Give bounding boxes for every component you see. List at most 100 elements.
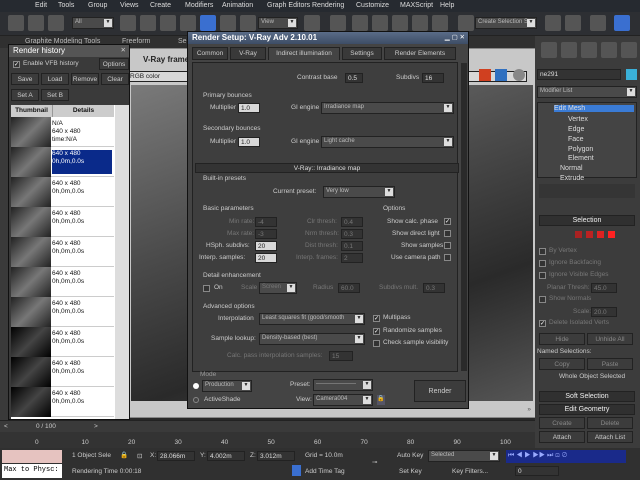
menu-maxscript[interactable]: MAXScript <box>400 2 433 9</box>
expand-chevron-icon[interactable]: » <box>527 406 531 413</box>
stack-item-edge[interactable]: Edge <box>568 126 584 133</box>
key-icon[interactable]: ⊸ <box>372 458 377 466</box>
menu-rendering[interactable]: Rendering <box>312 2 344 9</box>
selection-rollout-header[interactable]: Selection <box>539 215 635 226</box>
interp-samples-input[interactable]: 20 <box>255 253 277 263</box>
secondary-multiplier-input[interactable]: 1.0 <box>238 137 260 147</box>
compare-ab-icon[interactable] <box>479 69 491 81</box>
percent-snap-icon[interactable] <box>412 15 428 31</box>
subobject-level-icons[interactable] <box>575 231 635 239</box>
render-button[interactable]: Render <box>414 380 466 402</box>
current-preset-dropdown[interactable]: Very low <box>323 186 395 198</box>
edit-geometry-rollout-header[interactable]: Edit Geometry <box>539 404 635 415</box>
check-sample-visibility-checkbox[interactable] <box>373 340 380 347</box>
subdivs-mult-input[interactable]: 0.3 <box>423 283 445 293</box>
multipass-checkbox[interactable]: ✓ <box>373 315 380 322</box>
select-manipulate-icon[interactable] <box>352 15 368 31</box>
teapot-render-icon[interactable] <box>513 69 525 81</box>
detail-on-checkbox[interactable] <box>203 285 210 292</box>
preset-dropdown[interactable]: -------------------- <box>313 379 373 391</box>
max-rate-input[interactable]: -3 <box>255 229 277 239</box>
unlink-icon[interactable] <box>28 15 44 31</box>
pivot-icon[interactable] <box>304 15 320 31</box>
key-mode-dropdown[interactable]: Selected <box>428 450 500 462</box>
graphite-toggle-icon[interactable] <box>614 15 630 31</box>
sample-lookup-dropdown[interactable]: Density-based (best) <box>259 333 365 345</box>
menu-modifiers[interactable]: Modifiers <box>185 2 213 9</box>
paste-button[interactable]: Paste <box>587 358 633 370</box>
absolute-mode-icon[interactable]: ⊡ <box>137 452 142 460</box>
history-row[interactable]: 640 x 480 0h,0m,0.0s <box>11 207 114 237</box>
production-radio[interactable] <box>193 383 199 389</box>
window-crossing-icon[interactable] <box>180 15 196 31</box>
rect-selection-icon[interactable] <box>160 15 176 31</box>
current-frame-input[interactable]: 0 <box>515 466 559 476</box>
history-row[interactable]: 640 x 480 0h,0m,0.0s <box>11 357 114 387</box>
object-color-swatch[interactable] <box>626 69 637 80</box>
secondary-gi-engine-dropdown[interactable]: Light cache <box>321 136 454 148</box>
playback-controls[interactable]: ⏮ ◀ ▶ ▶▶ ⏭ ⊡ ⊘ <box>506 450 626 463</box>
tab-render-elements[interactable]: Render Elements <box>384 47 456 60</box>
spinner-snap-icon[interactable] <box>432 15 448 31</box>
ribbon-tab-selection[interactable]: Se <box>178 38 187 45</box>
unhide-all-button[interactable]: Unhide All <box>587 333 633 345</box>
history-row[interactable]: 640 x 480 0h,0m,0.0s <box>11 237 114 267</box>
history-row[interactable]: N/A 640 x 480 time:N/A <box>11 117 114 147</box>
save-button[interactable]: Save <box>11 73 39 85</box>
normals-scale-input[interactable]: 20.0 <box>591 307 617 317</box>
stack-item-element[interactable]: Element <box>568 155 594 162</box>
modify-tab-icon[interactable] <box>541 42 557 58</box>
named-selection-dropdown[interactable]: Create Selection Se <box>475 17 537 29</box>
layer-manager-icon[interactable] <box>590 15 606 31</box>
tab-v-ray[interactable]: V-Ray <box>230 47 266 60</box>
auto-key-button[interactable]: Auto Key <box>397 452 423 459</box>
options-button[interactable]: Options <box>99 58 129 70</box>
use-camera-path-checkbox[interactable] <box>444 254 451 261</box>
show-direct-light-checkbox[interactable] <box>444 230 451 237</box>
link-icon[interactable] <box>8 15 24 31</box>
z-coordinate-input[interactable]: 3.012m <box>257 451 295 461</box>
attach-button[interactable]: Attach <box>539 431 585 443</box>
nrm-thresh-input[interactable]: 0.3 <box>341 229 363 239</box>
menu-tools[interactable]: Tools <box>58 2 74 9</box>
stack-item-extrude[interactable]: Extrude <box>560 175 584 182</box>
panel-scrollbar[interactable] <box>461 63 467 371</box>
stack-item-vertex[interactable]: Vertex <box>568 116 588 123</box>
enable-vfb-history-checkbox[interactable]: ✓ <box>13 61 20 68</box>
create-button[interactable]: Create <box>539 417 585 429</box>
tab-common[interactable]: Common <box>192 47 228 60</box>
menu-views[interactable]: Views <box>120 2 139 9</box>
maxscript-input[interactable]: Max to Physc: <box>2 464 62 478</box>
time-slider[interactable]: < 0 / 100 > <box>0 420 535 432</box>
compare-ab-horizontal-icon[interactable] <box>495 69 507 81</box>
primary-multiplier-input[interactable]: 1.0 <box>238 103 260 113</box>
by-vertex-checkbox[interactable] <box>539 248 546 255</box>
history-row[interactable]: 640 x 480 0h,0m,0.0s <box>11 297 114 327</box>
planar-thresh-input[interactable]: 45.0 <box>591 283 617 293</box>
bind-space-warp-icon[interactable] <box>48 15 64 31</box>
menu-group[interactable]: Group <box>88 2 107 9</box>
production-dropdown[interactable]: Production <box>202 380 252 392</box>
display-tab-icon[interactable] <box>601 42 617 58</box>
menu-help[interactable]: Help <box>440 2 454 9</box>
window-controls[interactable]: ▁ ▢ ✕ <box>445 33 465 41</box>
history-scrollbar[interactable] <box>115 105 129 419</box>
randomize-samples-checkbox[interactable]: ✓ <box>373 328 380 335</box>
add-time-tag-button[interactable]: Add Time Tag <box>305 468 345 475</box>
min-rate-input[interactable]: -4 <box>255 217 277 227</box>
load-button[interactable]: Load <box>41 73 69 85</box>
history-row[interactable]: 640 x 480 0h,0m,0.0s <box>11 147 114 177</box>
utilities-tab-icon[interactable] <box>621 42 637 58</box>
menu-create[interactable]: Create <box>150 2 171 9</box>
set-key-button[interactable]: Set Key <box>399 468 422 475</box>
tab-indirect-illumination[interactable]: Indirect illumination <box>268 47 340 60</box>
select-by-name-icon[interactable] <box>140 15 156 31</box>
clear-button[interactable]: Clear <box>101 73 129 85</box>
set-a-button[interactable]: Set A <box>11 89 39 101</box>
modifier-list-dropdown[interactable]: Modifier List <box>537 86 637 98</box>
irradiance-map-rollout-header[interactable]: V-Ray:: Irradiance map <box>195 163 459 173</box>
clr-thresh-input[interactable]: 0.4 <box>341 217 363 227</box>
soft-selection-rollout-header[interactable]: Soft Selection <box>539 391 635 402</box>
history-row[interactable]: 640 x 480 0h,0m,0.0s <box>11 177 114 207</box>
ignore-backfacing-checkbox[interactable] <box>539 260 546 267</box>
